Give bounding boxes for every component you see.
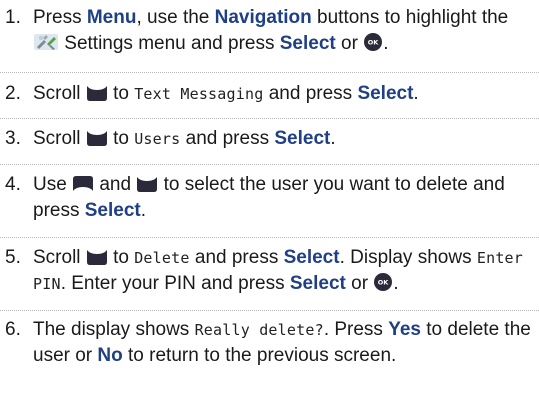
display-text-users: Users [134,130,181,148]
separator [0,164,539,165]
scroll-up-key-icon [72,175,94,193]
scroll-down-key-icon [86,84,108,102]
step-2: 2. Scroll to Text Messaging and press Se… [0,81,539,109]
step-text: Press Menu, use the Navigation buttons t… [33,7,509,54]
step-number: 4. [5,174,21,195]
separator [0,72,539,73]
select-key-label: Select [283,247,340,268]
separator [0,118,539,119]
display-text-text-messaging: Text Messaging [134,85,264,103]
step-number: 3. [5,128,21,149]
select-key-label: Select [279,33,336,54]
yes-key-label: Yes [388,319,421,340]
display-text-really-delete: Really delete? [194,321,324,339]
scroll-down-key-icon [136,175,158,193]
select-key-label: Select [84,200,141,221]
display-text-delete: Delete [134,249,190,267]
svg-text:OK: OK [378,279,390,287]
no-key-label: No [97,345,123,366]
step-number: 6. [5,319,21,340]
step-text: Scroll to Text Messaging and press Selec… [33,83,419,104]
navigation-key-label: Navigation [214,7,312,28]
step-5: 5. Scroll to Delete and press Select. Di… [0,245,539,301]
separator [0,310,539,311]
svg-text:OK: OK [368,39,380,47]
menu-key-label: Menu [86,7,137,28]
ok-button-icon: OK [373,272,393,292]
step-3: 3. Scroll to Users and press Select. [0,126,539,154]
step-4: 4. Use and to select the user you want t… [0,172,539,228]
step-text: The display shows Really delete?. Press … [33,319,531,366]
ok-button-icon: OK [363,32,383,52]
select-key-label: Select [289,273,346,294]
settings-icon [33,32,59,52]
step-6: 6. The display shows Really delete?. Pre… [0,317,539,395]
separator [0,237,539,238]
step-text: Scroll to Users and press Select. [33,128,336,149]
step-text: Use and to select the user you want to d… [33,174,505,221]
step-number: 1. [5,7,21,28]
select-key-label: Select [274,128,331,149]
step-text: Scroll to Delete and press Select. Displ… [33,247,524,294]
step-number: 5. [5,247,21,268]
scroll-down-key-icon [86,129,108,147]
step-1: 1. Press Menu, use the Navigation button… [0,5,539,61]
select-key-label: Select [357,83,414,104]
instruction-steps: 1. Press Menu, use the Navigation button… [0,0,539,395]
scroll-down-key-icon [86,248,108,266]
step-number: 2. [5,83,21,104]
